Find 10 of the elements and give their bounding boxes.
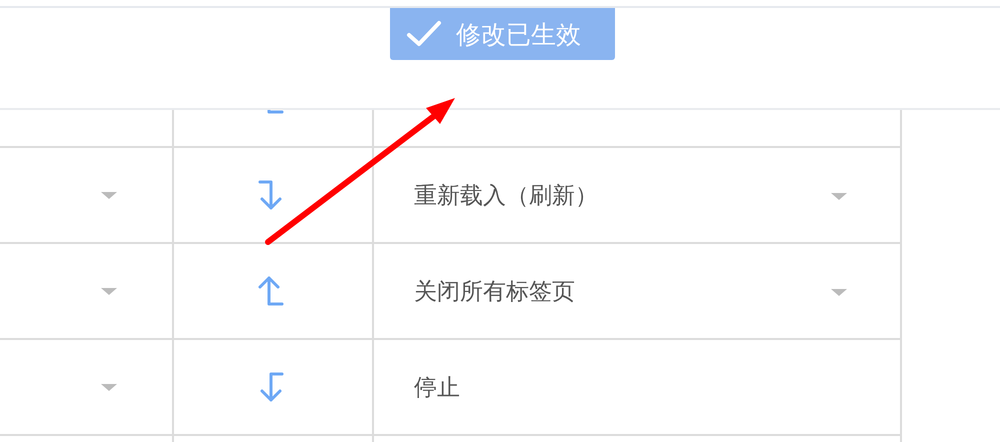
- check-icon: [406, 20, 442, 48]
- dropdown-caret-icon[interactable]: [101, 384, 117, 390]
- dropdown-caret-icon[interactable]: [831, 193, 847, 200]
- dropdown-caret-icon[interactable]: [101, 288, 117, 294]
- toast-message: 修改已生效: [456, 18, 581, 50]
- action-label: 停止: [414, 374, 460, 402]
- action-label: 关闭所有标签页: [414, 278, 575, 306]
- dropdown-caret-icon[interactable]: [101, 192, 117, 198]
- dropdown-caret-icon[interactable]: [831, 289, 847, 296]
- action-label: 重新载入（刷新）: [414, 182, 598, 210]
